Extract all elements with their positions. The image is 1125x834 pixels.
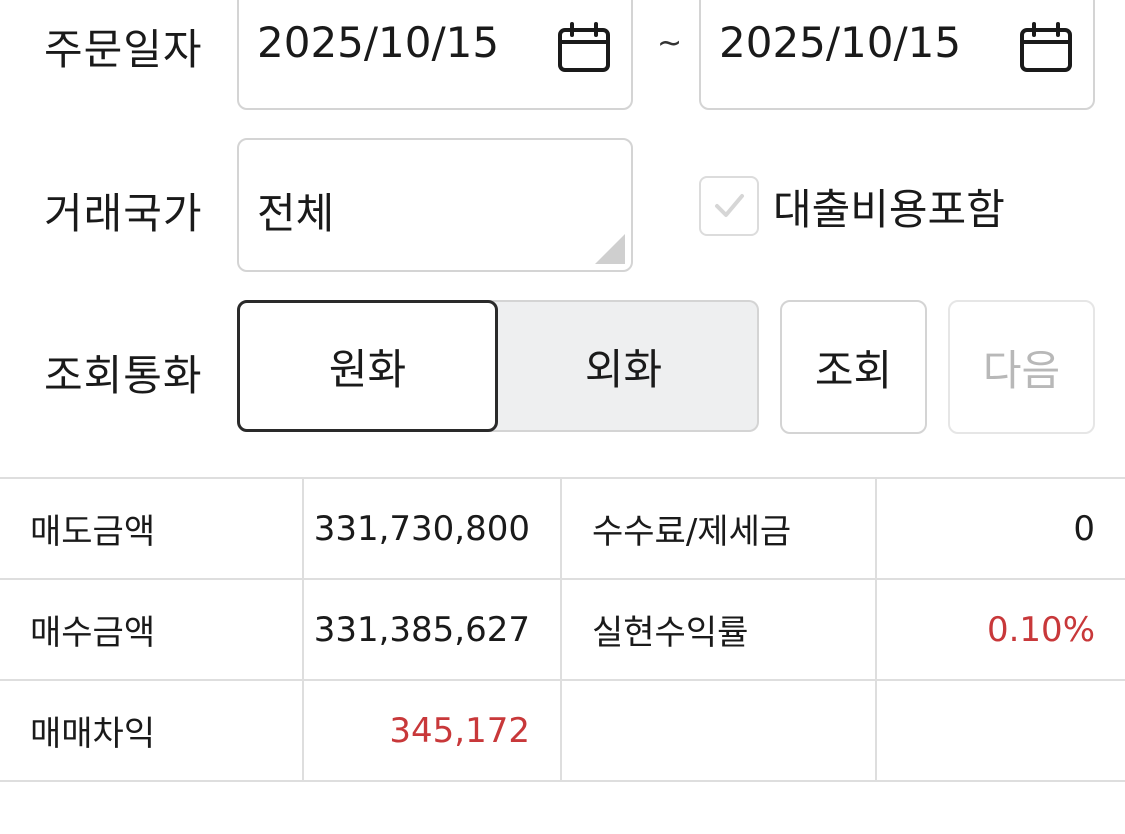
dropdown-corner-icon [595, 234, 625, 264]
fee-tax-value: 0 [875, 477, 1125, 580]
date-range-separator: ~ [657, 26, 683, 61]
date-to-field[interactable]: 2025/10/15 [699, 0, 1095, 110]
empty-cell [560, 679, 877, 782]
table-row: 매수금액 331,385,627 실현수익률 0.10% [0, 578, 1125, 681]
order-date-label: 주문일자 [44, 25, 203, 74]
include-loan-cost-checkbox[interactable] [699, 176, 759, 236]
calendar-icon[interactable] [1019, 22, 1073, 74]
summary-table: 매도금액 331,730,800 수수료/제세금 0 매수금액 331,385,… [0, 477, 1125, 782]
next-button[interactable]: 다음 [948, 300, 1095, 434]
trading-pnl-label: 매매차익 [0, 679, 304, 782]
empty-cell [875, 679, 1125, 782]
search-button[interactable]: 조회 [780, 300, 927, 434]
currency-label: 조회통화 [44, 351, 203, 400]
trading-pnl-value: 345,172 [302, 679, 562, 782]
date-from-field[interactable]: 2025/10/15 [237, 0, 633, 110]
sell-amount-value: 331,730,800 [302, 477, 562, 580]
sell-amount-label: 매도금액 [0, 477, 304, 580]
buy-amount-label: 매수금액 [0, 578, 304, 681]
country-select[interactable]: 전체 [237, 138, 633, 272]
realized-return-value: 0.10% [875, 578, 1125, 681]
currency-option-foreign[interactable]: 외화 [490, 300, 759, 432]
country-label: 거래국가 [44, 189, 203, 238]
table-row: 매도금액 331,730,800 수수료/제세금 0 [0, 477, 1125, 580]
currency-option-krw[interactable]: 원화 [237, 300, 498, 432]
include-loan-cost-label[interactable]: 대출비용포함 [773, 176, 1005, 237]
date-to-value: 2025/10/15 [719, 18, 962, 67]
buy-amount-value: 331,385,627 [302, 578, 562, 681]
check-icon [715, 194, 744, 217]
realized-return-label: 실현수익률 [560, 578, 877, 681]
calendar-icon[interactable] [557, 22, 611, 74]
fee-tax-label: 수수료/제세금 [560, 477, 877, 580]
table-row: 매매차익 345,172 [0, 679, 1125, 782]
country-value: 전체 [257, 189, 335, 238]
date-from-value: 2025/10/15 [257, 18, 500, 67]
